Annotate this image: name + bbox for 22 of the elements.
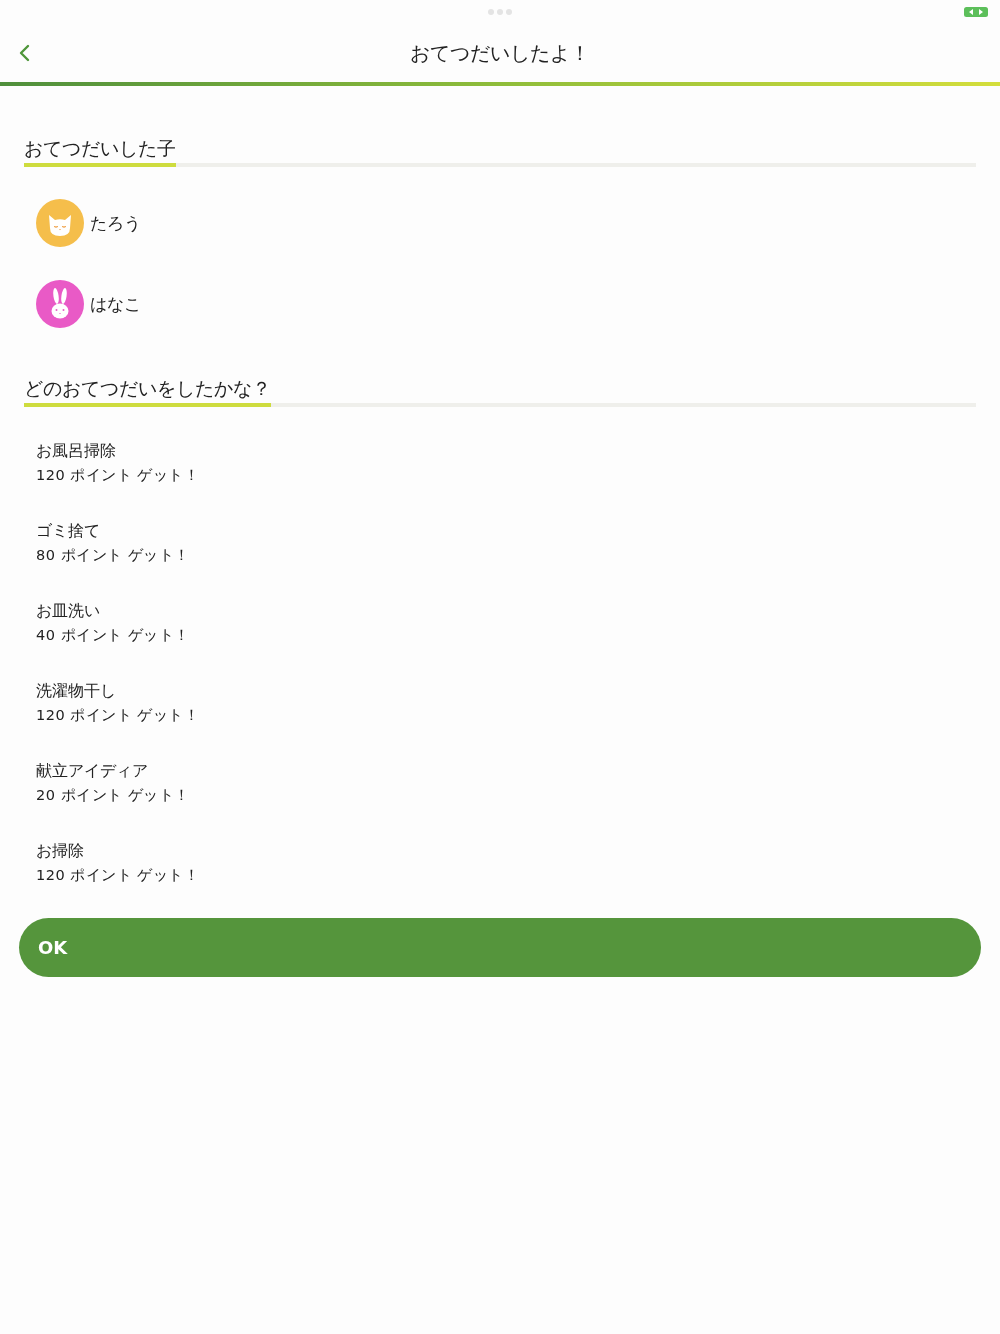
child-name: はなこ bbox=[90, 293, 141, 316]
chore-name: お皿洗い bbox=[36, 600, 100, 622]
points-text: 120 ポイント ゲット！ bbox=[36, 466, 200, 485]
chore-name: お風呂掃除 bbox=[36, 440, 116, 462]
section-heading: どのおてつだいをしたかな？ bbox=[24, 375, 271, 407]
points-text: 20 ポイント ゲット！ bbox=[36, 786, 190, 805]
chore-name: お掃除 bbox=[36, 840, 84, 862]
chore-name: ゴミ捨て bbox=[36, 520, 100, 542]
back-button[interactable] bbox=[18, 44, 30, 62]
chore-name: 献立アイディア bbox=[36, 760, 148, 782]
points-text: 40 ポイント ゲット！ bbox=[36, 626, 190, 645]
points-text: 120 ポイント ゲット！ bbox=[36, 706, 200, 725]
page-title: おてつだいしたよ！ bbox=[410, 40, 590, 67]
points-text: 120 ポイント ゲット！ bbox=[36, 866, 200, 885]
resize-arrows-icon[interactable] bbox=[964, 7, 988, 17]
chore-name: 洗濯物干し bbox=[36, 680, 116, 702]
points-text: 80 ポイント ゲット！ bbox=[36, 546, 190, 565]
section-heading: おてつだいした子 bbox=[24, 135, 176, 167]
ok-button[interactable]: OK bbox=[19, 918, 981, 977]
child-name: たろう bbox=[90, 212, 141, 235]
ellipsis-icon[interactable] bbox=[488, 9, 512, 15]
back-chevron-icon bbox=[18, 44, 30, 62]
